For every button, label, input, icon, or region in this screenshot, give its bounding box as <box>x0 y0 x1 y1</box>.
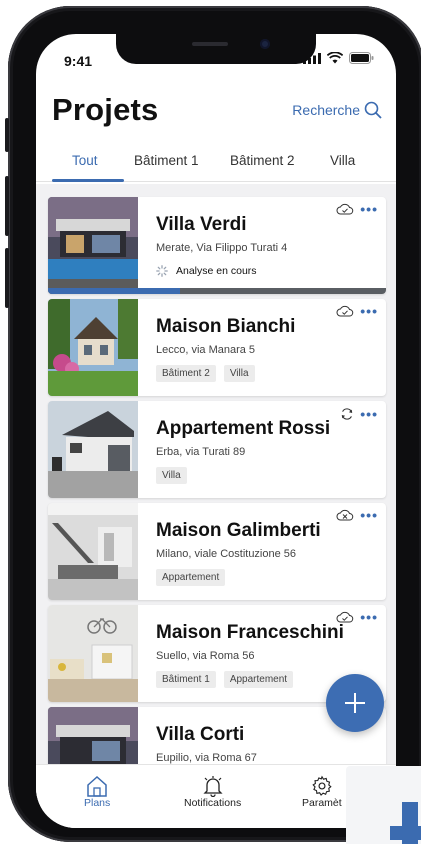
bottom-navigation: Plans Notifications Paramèt <box>36 764 396 828</box>
plus-icon <box>345 693 365 713</box>
nav-settings[interactable]: Paramèt <box>302 775 342 809</box>
project-tags: Bâtiment 1 Appartement <box>156 671 294 688</box>
phone-volume-down-button <box>5 248 9 308</box>
tab-batiment-1[interactable]: Bâtiment 1 <box>134 153 199 168</box>
app-screen: 9:41 Projets Recherche Tout Bâtiment 1 B… <box>36 34 396 828</box>
project-title: Maison Bianchi <box>156 316 296 337</box>
more-options-icon[interactable]: ••• <box>360 202 378 216</box>
tag: Appartement <box>156 569 226 586</box>
project-address: Erba, via Turati 89 <box>156 446 246 458</box>
wifi-icon <box>327 52 343 64</box>
battery-icon <box>349 52 374 64</box>
project-address: Lecco, via Manara 5 <box>156 344 256 356</box>
status-text: Analyse en cours <box>176 265 257 277</box>
phone-notch <box>116 34 316 64</box>
cloud-check-icon <box>336 611 354 623</box>
more-options-icon[interactable]: ••• <box>360 610 378 624</box>
more-options-icon[interactable]: ••• <box>360 304 378 318</box>
tab-villa[interactable]: Villa <box>330 153 355 168</box>
nav-notifications[interactable]: Notifications <box>184 775 241 809</box>
phone-volume-up-button <box>5 176 9 236</box>
tab-tout[interactable]: Tout <box>72 153 98 168</box>
project-card-appartement-rossi[interactable]: Appartement Rossi Erba, via Turati 89 Vi… <box>48 401 386 498</box>
project-card-villa-verdi[interactable]: Villa Verdi Merate, Via Filippo Turati 4… <box>48 197 386 294</box>
more-options-icon[interactable]: ••• <box>360 407 378 421</box>
add-project-button[interactable] <box>326 674 384 732</box>
project-thumbnail <box>48 605 138 702</box>
home-icon <box>87 775 107 797</box>
phone-side-button <box>5 118 9 152</box>
nav-notifications-label: Notifications <box>184 797 242 809</box>
loading-spinner-icon <box>156 265 168 277</box>
tag: Bâtiment 2 <box>156 365 216 382</box>
project-title: Maison Franceschini <box>156 622 344 643</box>
sync-icon <box>342 408 353 420</box>
filter-tabs: Tout Bâtiment 1 Bâtiment 2 Villa <box>36 146 396 182</box>
project-thumbnail <box>48 707 138 764</box>
analysis-status: Analyse en cours <box>156 265 257 277</box>
tag: Bâtiment 1 <box>156 671 216 688</box>
tag: Appartement <box>223 671 294 688</box>
cloud-check-icon <box>336 203 354 215</box>
search-label: Recherche <box>292 102 360 118</box>
bell-icon <box>203 776 223 797</box>
nav-settings-label: Paramèt <box>302 797 342 809</box>
nav-plans-label: Plans <box>84 797 111 809</box>
project-address: Eupilio, via Roma 67 <box>156 752 257 764</box>
background-plus-shape <box>390 826 421 840</box>
project-thumbnail <box>48 401 138 498</box>
analysis-progress-bar <box>48 288 386 294</box>
project-address: Suello, via Roma 56 <box>156 650 255 662</box>
page-title: Projets <box>52 92 159 127</box>
nav-plans[interactable]: Plans <box>84 775 110 809</box>
project-title: Villa Verdi <box>156 214 247 235</box>
project-title: Appartement Rossi <box>156 418 331 439</box>
tag: Villa <box>223 365 255 382</box>
project-tags: Bâtiment 2 Villa <box>156 365 255 382</box>
active-tab-indicator <box>52 179 124 182</box>
status-time: 9:41 <box>64 53 93 69</box>
project-card-maison-galimberti[interactable]: Maison Galimberti Milano, viale Costituz… <box>48 503 386 600</box>
project-thumbnail <box>48 197 138 294</box>
project-address: Merate, Via Filippo Turati 4 <box>156 242 288 254</box>
project-card-maison-bianchi[interactable]: Maison Bianchi Lecco, via Manara 5 Bâtim… <box>48 299 386 396</box>
cloud-check-icon <box>336 305 354 317</box>
search-button[interactable]: Recherche <box>292 101 382 119</box>
more-options-icon[interactable]: ••• <box>360 508 378 522</box>
tab-batiment-2[interactable]: Bâtiment 2 <box>230 153 295 168</box>
progress-fill <box>48 288 180 294</box>
project-title: Villa Corti <box>156 724 245 745</box>
project-thumbnail <box>48 503 138 600</box>
project-address: Milano, viale Costituzione 56 <box>156 548 297 560</box>
gear-icon <box>312 775 332 796</box>
tag: Villa <box>156 467 187 484</box>
cloud-off-icon <box>336 509 354 521</box>
project-thumbnail <box>48 299 138 396</box>
search-icon <box>364 101 382 119</box>
project-tags: Appartement <box>156 569 226 586</box>
project-title: Maison Galimberti <box>156 520 321 541</box>
project-tags: Villa <box>156 467 187 484</box>
